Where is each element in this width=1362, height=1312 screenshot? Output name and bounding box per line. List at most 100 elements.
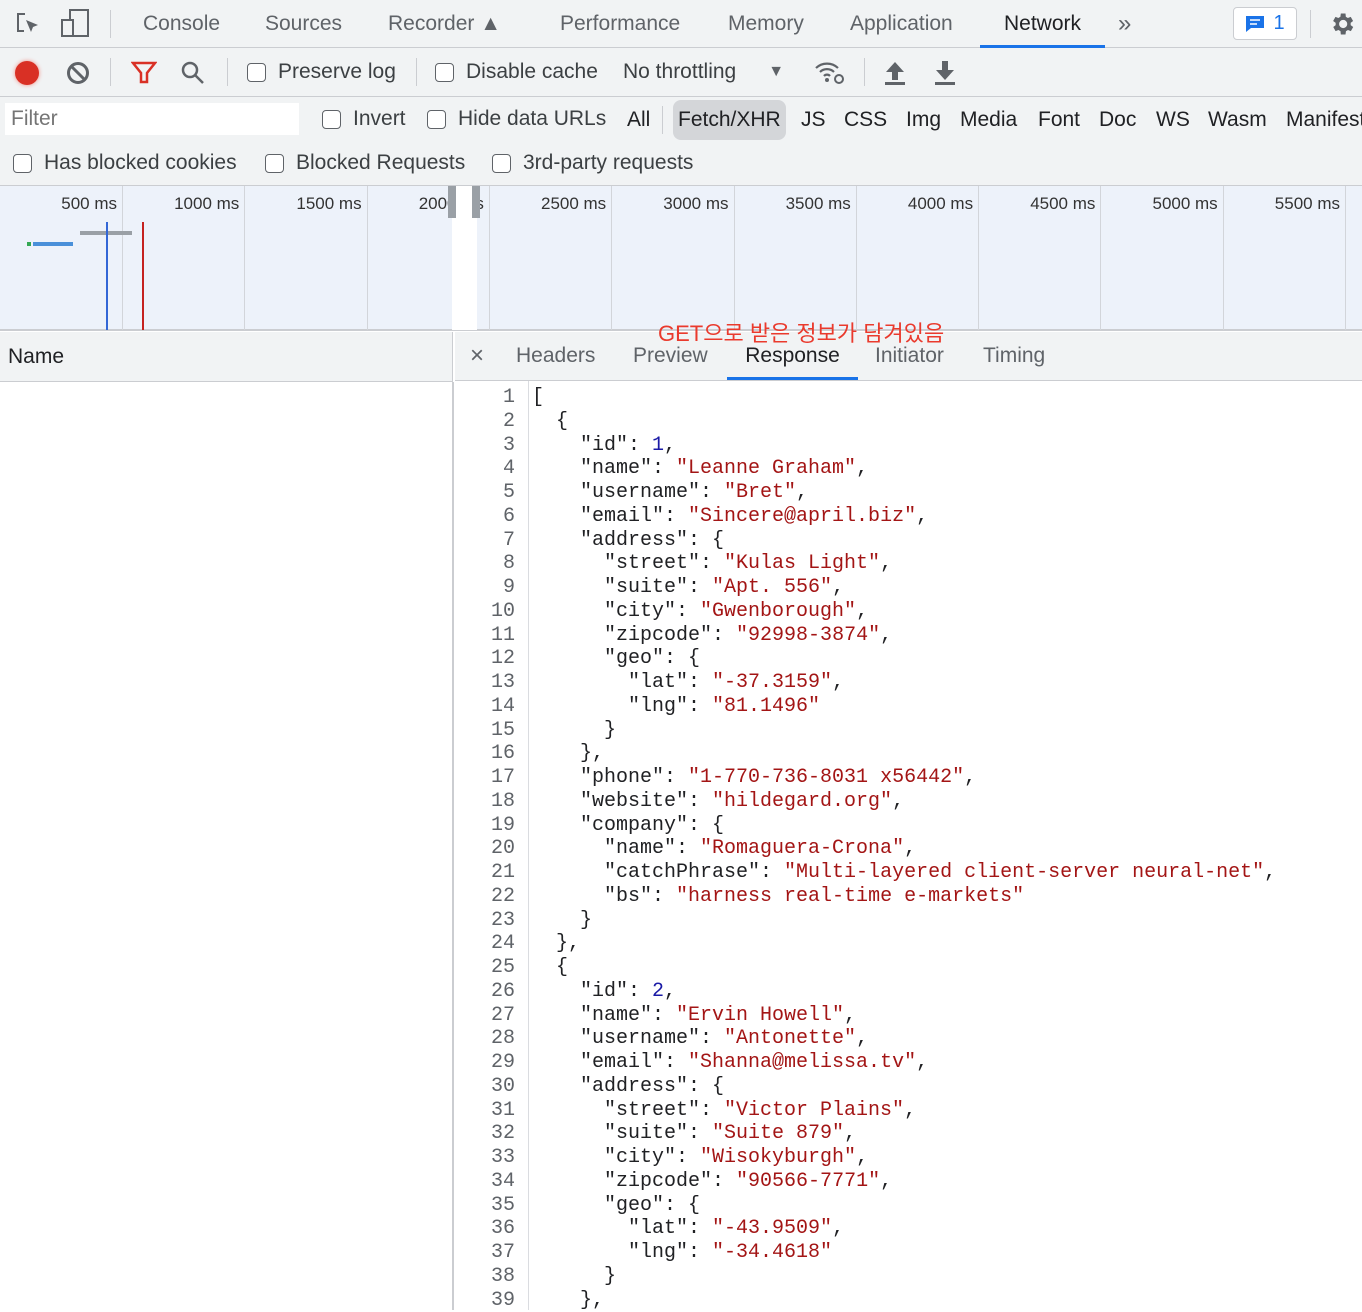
tab-sources[interactable]: Sources — [265, 0, 342, 48]
json-punctuation: "geo": { — [532, 1194, 700, 1217]
code-line: 16 }, — [456, 742, 1276, 766]
code-text: "catchPhrase": "Multi-layered client-ser… — [522, 861, 1276, 885]
filter-type-js[interactable]: JS — [796, 100, 831, 140]
code-line: 17 "phone": "1-770-736-8031 x56442", — [456, 766, 1276, 790]
code-text: "lng": "-34.4618" — [522, 1241, 832, 1265]
code-line: 14 "lng": "81.1496" — [456, 695, 1276, 719]
line-number: 21 — [456, 861, 522, 885]
tab-recorder[interactable]: Recorder ▲ — [388, 0, 501, 48]
line-number: 12 — [456, 647, 522, 671]
blocked-requests-checkbox[interactable]: Blocked Requests — [265, 151, 465, 175]
filter-type-img[interactable]: Img — [901, 100, 946, 140]
code-line: 20 "name": "Romaguera-Crona", — [456, 837, 1276, 861]
line-number: 22 — [456, 885, 522, 909]
import-har-icon[interactable] — [883, 60, 907, 86]
tab-headers[interactable]: Headers — [516, 332, 595, 380]
json-punctuation: , — [892, 790, 904, 813]
third-party-requests-checkbox[interactable]: 3rd-party requests — [492, 151, 693, 175]
tab-console[interactable]: Console — [143, 0, 220, 48]
filter-type-media[interactable]: Media — [955, 100, 1022, 140]
code-line: 25 { — [456, 956, 1276, 980]
line-number: 10 — [456, 600, 522, 624]
timeline-tick-label: 5500 ms — [1230, 194, 1340, 214]
message-icon — [1245, 15, 1265, 33]
line-number: 1 — [456, 386, 522, 410]
json-number: 1 — [652, 434, 664, 457]
json-punctuation: }, — [532, 742, 604, 765]
record-button[interactable] — [15, 61, 39, 85]
json-string: "Romaguera-Crona" — [700, 837, 904, 860]
code-line: 30 "address": { — [456, 1075, 1276, 1099]
filter-type-css[interactable]: CSS — [839, 100, 892, 140]
filter-type-fetch-xhr[interactable]: Fetch/XHR — [673, 100, 786, 140]
code-text: "email": "Shanna@melissa.tv", — [522, 1051, 928, 1075]
code-line: 31 "street": "Victor Plains", — [456, 1099, 1276, 1123]
name-column-header[interactable]: Name — [8, 345, 64, 369]
json-string: "Bret" — [724, 481, 796, 504]
filter-type-font[interactable]: Font — [1033, 100, 1085, 140]
code-text: }, — [522, 932, 580, 956]
code-line: 33 "city": "Wisokyburgh", — [456, 1146, 1276, 1170]
issues-button[interactable]: 1 — [1233, 7, 1297, 40]
filter-input[interactable] — [5, 103, 299, 135]
tab-performance[interactable]: Performance — [560, 0, 680, 48]
throttling-select[interactable]: No throttling▼ — [623, 60, 784, 84]
has-blocked-cookies-checkbox[interactable]: Has blocked cookies — [13, 151, 237, 175]
disable-cache-checkbox[interactable]: Disable cache — [435, 60, 598, 84]
line-number: 34 — [456, 1170, 522, 1194]
line-number: 5 — [456, 481, 522, 505]
json-punctuation: "lng": — [532, 1241, 712, 1264]
code-line: 1[ — [456, 386, 1276, 410]
code-text: "zipcode": "90566-7771", — [522, 1170, 892, 1194]
settings-gear-icon[interactable] — [1328, 10, 1356, 38]
code-line: 28 "username": "Antonette", — [456, 1027, 1276, 1051]
json-punctuation: }, — [532, 932, 580, 955]
json-punctuation: , — [856, 457, 868, 480]
filter-type-wasm[interactable]: Wasm — [1203, 100, 1272, 140]
search-icon[interactable] — [180, 60, 206, 86]
filter-type-all[interactable]: All — [622, 100, 655, 140]
json-punctuation: "name": — [532, 1004, 676, 1027]
code-line: 5 "username": "Bret", — [456, 481, 1276, 505]
code-line: 39 }, — [456, 1289, 1276, 1312]
timeline-gridline — [489, 186, 490, 330]
filter-type-manifest[interactable]: Manifest — [1281, 100, 1362, 140]
filter-icon[interactable] — [131, 61, 157, 85]
filter-type-ws[interactable]: WS — [1151, 100, 1195, 140]
invert-checkbox[interactable]: Invert — [322, 107, 406, 131]
code-line: 27 "name": "Ervin Howell", — [456, 1004, 1276, 1028]
more-tabs-icon[interactable]: » — [1118, 0, 1131, 48]
code-text: "lat": "-37.3159", — [522, 671, 844, 695]
filter-type-doc[interactable]: Doc — [1094, 100, 1141, 140]
tab-memory[interactable]: Memory — [728, 0, 804, 48]
code-line: 21 "catchPhrase": "Multi-layered client-… — [456, 861, 1276, 885]
response-body[interactable]: 1[2 {3 "id": 1,4 "name": "Leanne Graham"… — [456, 386, 1276, 1312]
line-number: 36 — [456, 1217, 522, 1241]
timeline-left-handle[interactable] — [448, 186, 456, 218]
line-number: 24 — [456, 932, 522, 956]
tab-timing[interactable]: Timing — [983, 332, 1045, 380]
tab-network[interactable]: Network — [980, 0, 1105, 48]
network-conditions-icon[interactable] — [814, 60, 846, 86]
device-toolbar-icon[interactable] — [60, 8, 90, 38]
load-event-line — [142, 222, 144, 330]
code-line: 11 "zipcode": "92998-3874", — [456, 624, 1276, 648]
json-punctuation: } — [532, 909, 592, 932]
code-line: 18 "website": "hildegard.org", — [456, 790, 1276, 814]
hide-data-urls-checkbox[interactable]: Hide data URLs — [427, 107, 606, 131]
timeline-right-handle[interactable] — [472, 186, 480, 218]
requests-list[interactable] — [0, 382, 454, 1310]
export-har-icon[interactable] — [933, 60, 957, 86]
tab-application[interactable]: Application — [850, 0, 953, 48]
json-punctuation: }, — [532, 1289, 604, 1312]
code-line: 32 "suite": "Suite 879", — [456, 1122, 1276, 1146]
code-text: "city": "Wisokyburgh", — [522, 1146, 868, 1170]
line-number: 17 — [456, 766, 522, 790]
inspect-element-icon[interactable] — [15, 11, 41, 37]
code-text: "street": "Kulas Light", — [522, 552, 892, 576]
json-punctuation: , — [856, 1146, 868, 1169]
close-detail-icon[interactable]: × — [470, 332, 484, 380]
preserve-log-checkbox[interactable]: Preserve log — [247, 60, 396, 84]
clear-icon[interactable] — [66, 61, 90, 85]
json-punctuation: , — [844, 1122, 856, 1145]
